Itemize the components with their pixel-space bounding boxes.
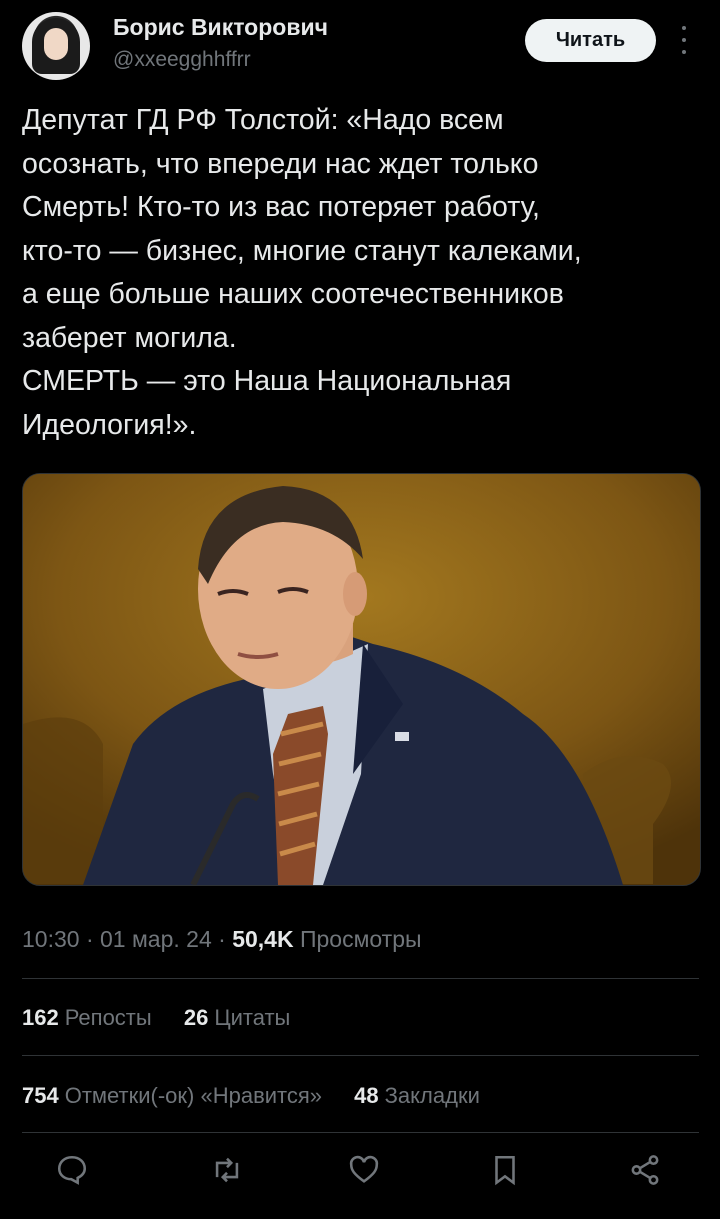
- reply-icon[interactable]: [52, 1150, 92, 1190]
- views-count: 50,4K: [232, 926, 294, 952]
- quotes-stat[interactable]: 26 Цитаты: [184, 1005, 291, 1030]
- reposts-stat[interactable]: 162 Репосты: [22, 1005, 152, 1030]
- divider: [22, 978, 699, 979]
- like-icon[interactable]: [344, 1150, 384, 1190]
- reposts-count: 162: [22, 1005, 59, 1030]
- likes-stat[interactable]: 754 Отметки(-ок) «Нравится»: [22, 1083, 322, 1108]
- more-options-icon[interactable]: [680, 26, 688, 54]
- tweet-time: 10:30: [22, 926, 80, 952]
- likes-label: Отметки(-ок) «Нравится»: [64, 1083, 323, 1108]
- author-handle[interactable]: @xxeegghhffrr: [113, 48, 251, 72]
- author-name[interactable]: Борис Викторович: [113, 14, 328, 41]
- bookmarks-label: Закладки: [384, 1083, 480, 1108]
- tweet-photo[interactable]: [22, 473, 701, 886]
- avatar[interactable]: [22, 12, 90, 80]
- tweet-meta: 10:30 · 01 мар. 24 · 50,4K Просмотры: [22, 926, 422, 952]
- divider: [22, 1055, 699, 1056]
- bookmark-icon[interactable]: [485, 1150, 525, 1190]
- share-icon[interactable]: [625, 1150, 665, 1190]
- avatar-face: [44, 28, 68, 60]
- reposts-label: Репосты: [64, 1005, 152, 1030]
- divider: [22, 1132, 699, 1133]
- follow-button[interactable]: Читать: [525, 19, 656, 62]
- tweet-date: 01 мар. 24: [100, 926, 212, 952]
- tweet-text: Депутат ГД РФ Толстой: «Надо всем осозна…: [22, 104, 582, 441]
- action-bar: [22, 1150, 699, 1200]
- likes-count: 754: [22, 1083, 59, 1108]
- stats-row-likes: 754 Отметки(-ок) «Нравится» 48 Закладки: [22, 1083, 480, 1109]
- quotes-label: Цитаты: [214, 1005, 291, 1030]
- photo-illustration: [23, 474, 700, 885]
- bookmarks-count: 48: [354, 1083, 379, 1108]
- quotes-count: 26: [183, 1005, 209, 1030]
- stats-row-reposts: 162 Репосты 26 Цитаты: [22, 1005, 290, 1031]
- retweet-icon[interactable]: [207, 1150, 247, 1190]
- views-label: Просмотры: [299, 926, 422, 952]
- bookmarks-stat[interactable]: 48 Закладки: [354, 1083, 480, 1108]
